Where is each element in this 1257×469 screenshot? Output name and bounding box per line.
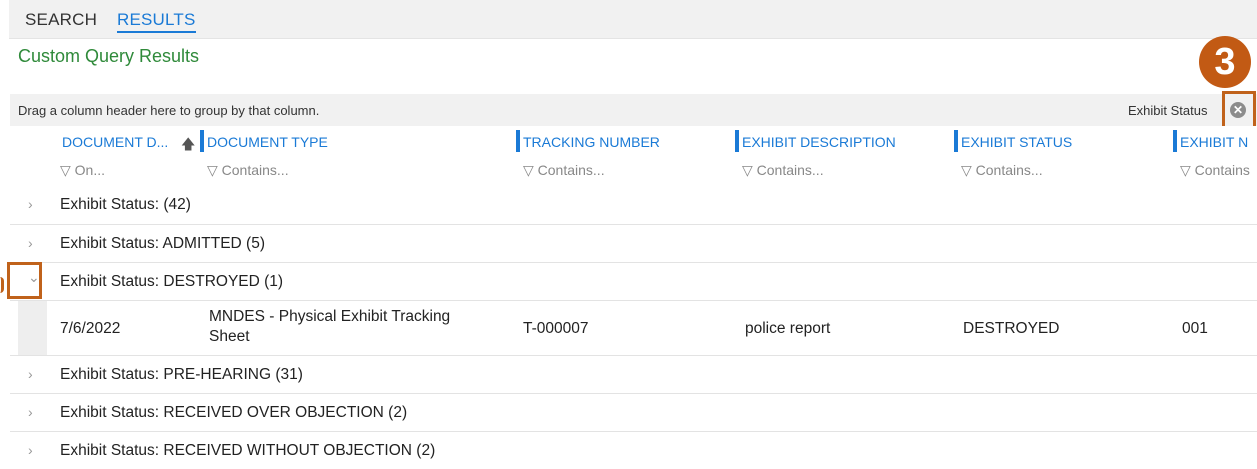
column-header-tracking-number[interactable]: TRACKING NUMBER	[516, 130, 660, 152]
filter-exhibit-number[interactable]: ▽ Contains	[1180, 162, 1250, 179]
chevron-right-icon[interactable]: ›	[28, 196, 33, 212]
callout-step-badge: 3	[1199, 36, 1251, 88]
group-row[interactable]: › Exhibit Status: (42)	[10, 186, 1257, 225]
column-header-document-date[interactable]: DOCUMENT D...	[55, 134, 168, 150]
page-title: Custom Query Results	[18, 46, 200, 66]
tab-bar: SEARCH RESULTS	[9, 0, 1257, 39]
filter-exhibit-status[interactable]: ▽ Contains...	[961, 162, 1043, 179]
filter-exhibit-description[interactable]: ▽ Contains...	[742, 162, 824, 179]
chevron-right-icon[interactable]: ›	[28, 235, 33, 251]
group-row[interactable]: › Exhibit Status: PRE-HEARING (31)	[10, 356, 1257, 394]
row-indent-gutter	[18, 301, 47, 355]
tab-results[interactable]: RESULTS	[117, 10, 196, 33]
group-row-label: Exhibit Status: PRE-HEARING (31)	[60, 366, 303, 383]
callout-edge-marker	[0, 277, 4, 293]
column-header-exhibit-description[interactable]: EXHIBIT DESCRIPTION	[735, 130, 896, 152]
group-row[interactable]: › Exhibit Status: RECEIVED WITHOUT OBJEC…	[10, 432, 1257, 469]
group-by-hint: Drag a column header here to group by th…	[18, 103, 320, 118]
column-headers: DOCUMENT D... 🡅 DOCUMENT TYPE TRACKING N…	[10, 126, 1257, 184]
group-by-panel[interactable]: Drag a column header here to group by th…	[10, 94, 1257, 126]
table-row[interactable]: 7/6/2022 MNDES - Physical Exhibit Tracki…	[10, 301, 1257, 356]
group-row-label: Exhibit Status: RECEIVED WITHOUT OBJECTI…	[60, 442, 436, 459]
group-row-label: Exhibit Status: ADMITTED (5)	[60, 235, 265, 252]
cell-document-date: 7/6/2022	[60, 320, 121, 337]
cell-document-type-line2: Sheet	[209, 328, 250, 345]
chevron-right-icon[interactable]: ›	[28, 404, 33, 420]
group-row-label: Exhibit Status: DESTROYED (1)	[60, 273, 284, 290]
cell-tracking-number: T-000007	[523, 320, 589, 337]
group-row-label: Exhibit Status: (42)	[60, 196, 191, 213]
sort-ascending-icon[interactable]: 🡅	[181, 134, 195, 158]
callout-highlight-remove-group	[1222, 91, 1256, 129]
group-row[interactable]: › Exhibit Status: RECEIVED OVER OBJECTIO…	[10, 394, 1257, 432]
group-chip-exhibit-status[interactable]: Exhibit Status	[1128, 103, 1208, 118]
filter-tracking-number[interactable]: ▽ Contains...	[523, 162, 605, 179]
column-header-exhibit-number[interactable]: EXHIBIT N	[1173, 130, 1248, 152]
cell-exhibit-status: DESTROYED	[963, 320, 1060, 337]
filter-document-type[interactable]: ▽ Contains...	[207, 162, 289, 179]
filter-document-date[interactable]: ▽ On...	[60, 162, 105, 179]
column-header-document-type[interactable]: DOCUMENT TYPE	[200, 130, 328, 152]
chevron-right-icon[interactable]: ›	[28, 442, 33, 458]
column-header-exhibit-status[interactable]: EXHIBIT STATUS	[954, 130, 1072, 152]
cell-exhibit-description: police report	[745, 320, 831, 337]
tab-search[interactable]: SEARCH	[25, 10, 97, 30]
cell-exhibit-number: 001	[1182, 320, 1208, 337]
group-row-expanded[interactable]: ⌄ Exhibit Status: DESTROYED (1)	[10, 263, 1257, 301]
group-row[interactable]: › Exhibit Status: ADMITTED (5)	[10, 225, 1257, 263]
chevron-right-icon[interactable]: ›	[28, 366, 33, 382]
group-row-label: Exhibit Status: RECEIVED OVER OBJECTION …	[60, 404, 408, 421]
cell-document-type-line1: MNDES - Physical Exhibit Tracking	[209, 308, 451, 325]
callout-highlight-expand-toggle	[7, 262, 42, 299]
